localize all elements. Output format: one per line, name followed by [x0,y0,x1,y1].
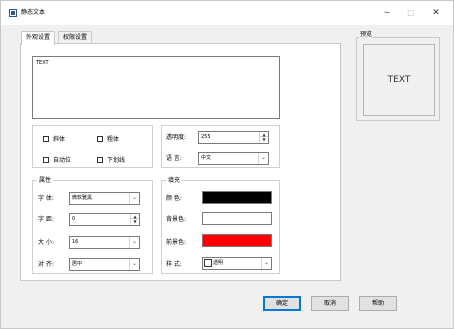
ok-button[interactable]: 确定 [263,296,301,311]
close-button[interactable]: ✕ [426,6,446,20]
bold-label: 粗体 [107,136,120,143]
language-select[interactable]: 中文 ⌄ [198,152,269,165]
color-label: 颜 色: [166,195,182,202]
spin-down-icon[interactable]: ▼ [131,219,139,224]
maximize-button[interactable]: □ [401,6,421,20]
bold-checkbox-box[interactable] [97,135,103,142]
spacing-spinbox[interactable]: 0 ▲ ▼ [69,213,140,226]
spacing-label: 字 距: [38,216,54,223]
spacing-value: 0 [72,216,76,222]
italic-checkbox-box[interactable] [43,135,49,142]
size-label: 大 小: [38,239,54,246]
underline-checkbox-box[interactable] [97,156,103,163]
color-swatch[interactable] [202,191,272,204]
underline-label: 下划线 [107,157,126,164]
preview-text: TEXT [387,75,411,85]
preview-box: TEXT [363,44,435,116]
opacity-value: 255 [201,134,211,140]
window-title: 静态文本 [21,9,46,16]
style-label: 样 式: [166,261,182,268]
font-select[interactable]: 微软雅黑 ⌄ [69,192,140,205]
chevron-down-icon[interactable]: ⌄ [129,237,139,248]
title-bar: 静态文本 ─ □ ✕ [1,1,453,25]
spin-arrows-icon[interactable]: ▲ ▼ [259,132,268,143]
foreground-color-swatch[interactable] [202,234,272,247]
chevron-down-icon[interactable]: ⌄ [129,259,139,270]
style-swatch-icon [204,258,212,267]
opacity-spinbox[interactable]: 255 ▲ ▼ [198,131,269,144]
background-color-swatch[interactable] [202,212,272,225]
style-value: 透明 [213,260,224,266]
chevron-down-icon[interactable]: ⌄ [261,258,271,269]
minimize-button[interactable]: ─ [377,6,397,20]
text-content-input[interactable]: TEXT [32,56,280,119]
cancel-button[interactable]: 取消 [311,296,349,311]
size-value: 16 [72,239,79,245]
underline-checkbox[interactable]: 下划线 [97,155,125,164]
auto-wrap-checkbox[interactable]: 自动位 [43,155,71,164]
align-select[interactable]: 居中 ⌄ [69,258,140,271]
fill-group-title: 填充 [166,177,183,185]
bold-checkbox[interactable]: 粗体 [97,134,119,143]
attributes-group-title: 属性 [37,177,54,185]
align-value: 居中 [72,261,83,267]
italic-label: 斜体 [53,136,66,143]
auto-wrap-label: 自动位 [53,157,72,164]
align-label: 对 齐: [38,261,54,268]
spin-down-icon[interactable]: ▼ [260,137,268,142]
tab-appearance[interactable]: 外观设置 [21,31,56,45]
dialog-window: 静态文本 ─ □ ✕ 外观设置 权限设置 TEXT 斜体 粗体 自动位 下划线 … [0,0,454,329]
font-label: 字 体: [38,195,54,202]
spin-arrows-icon[interactable]: ▲ ▼ [130,214,139,225]
language-value: 中文 [201,155,212,161]
help-button[interactable]: 帮助 [359,296,397,311]
auto-wrap-checkbox-box[interactable] [43,156,49,163]
italic-checkbox[interactable]: 斜体 [43,134,65,143]
font-value: 微软雅黑 [72,195,93,201]
foreground-color-label: 前景色: [166,239,187,246]
size-select[interactable]: 16 ⌄ [69,236,140,249]
preview-title: 预览 [359,31,374,39]
chevron-down-icon[interactable]: ⌄ [129,193,139,204]
language-label: 语 言: [166,155,182,162]
background-color-label: 背景色: [166,216,187,223]
app-icon [9,9,17,17]
style-select[interactable]: 透明 ⌄ [202,257,272,270]
chevron-down-icon[interactable]: ⌄ [258,153,268,164]
opacity-label: 透明度: [166,134,187,141]
